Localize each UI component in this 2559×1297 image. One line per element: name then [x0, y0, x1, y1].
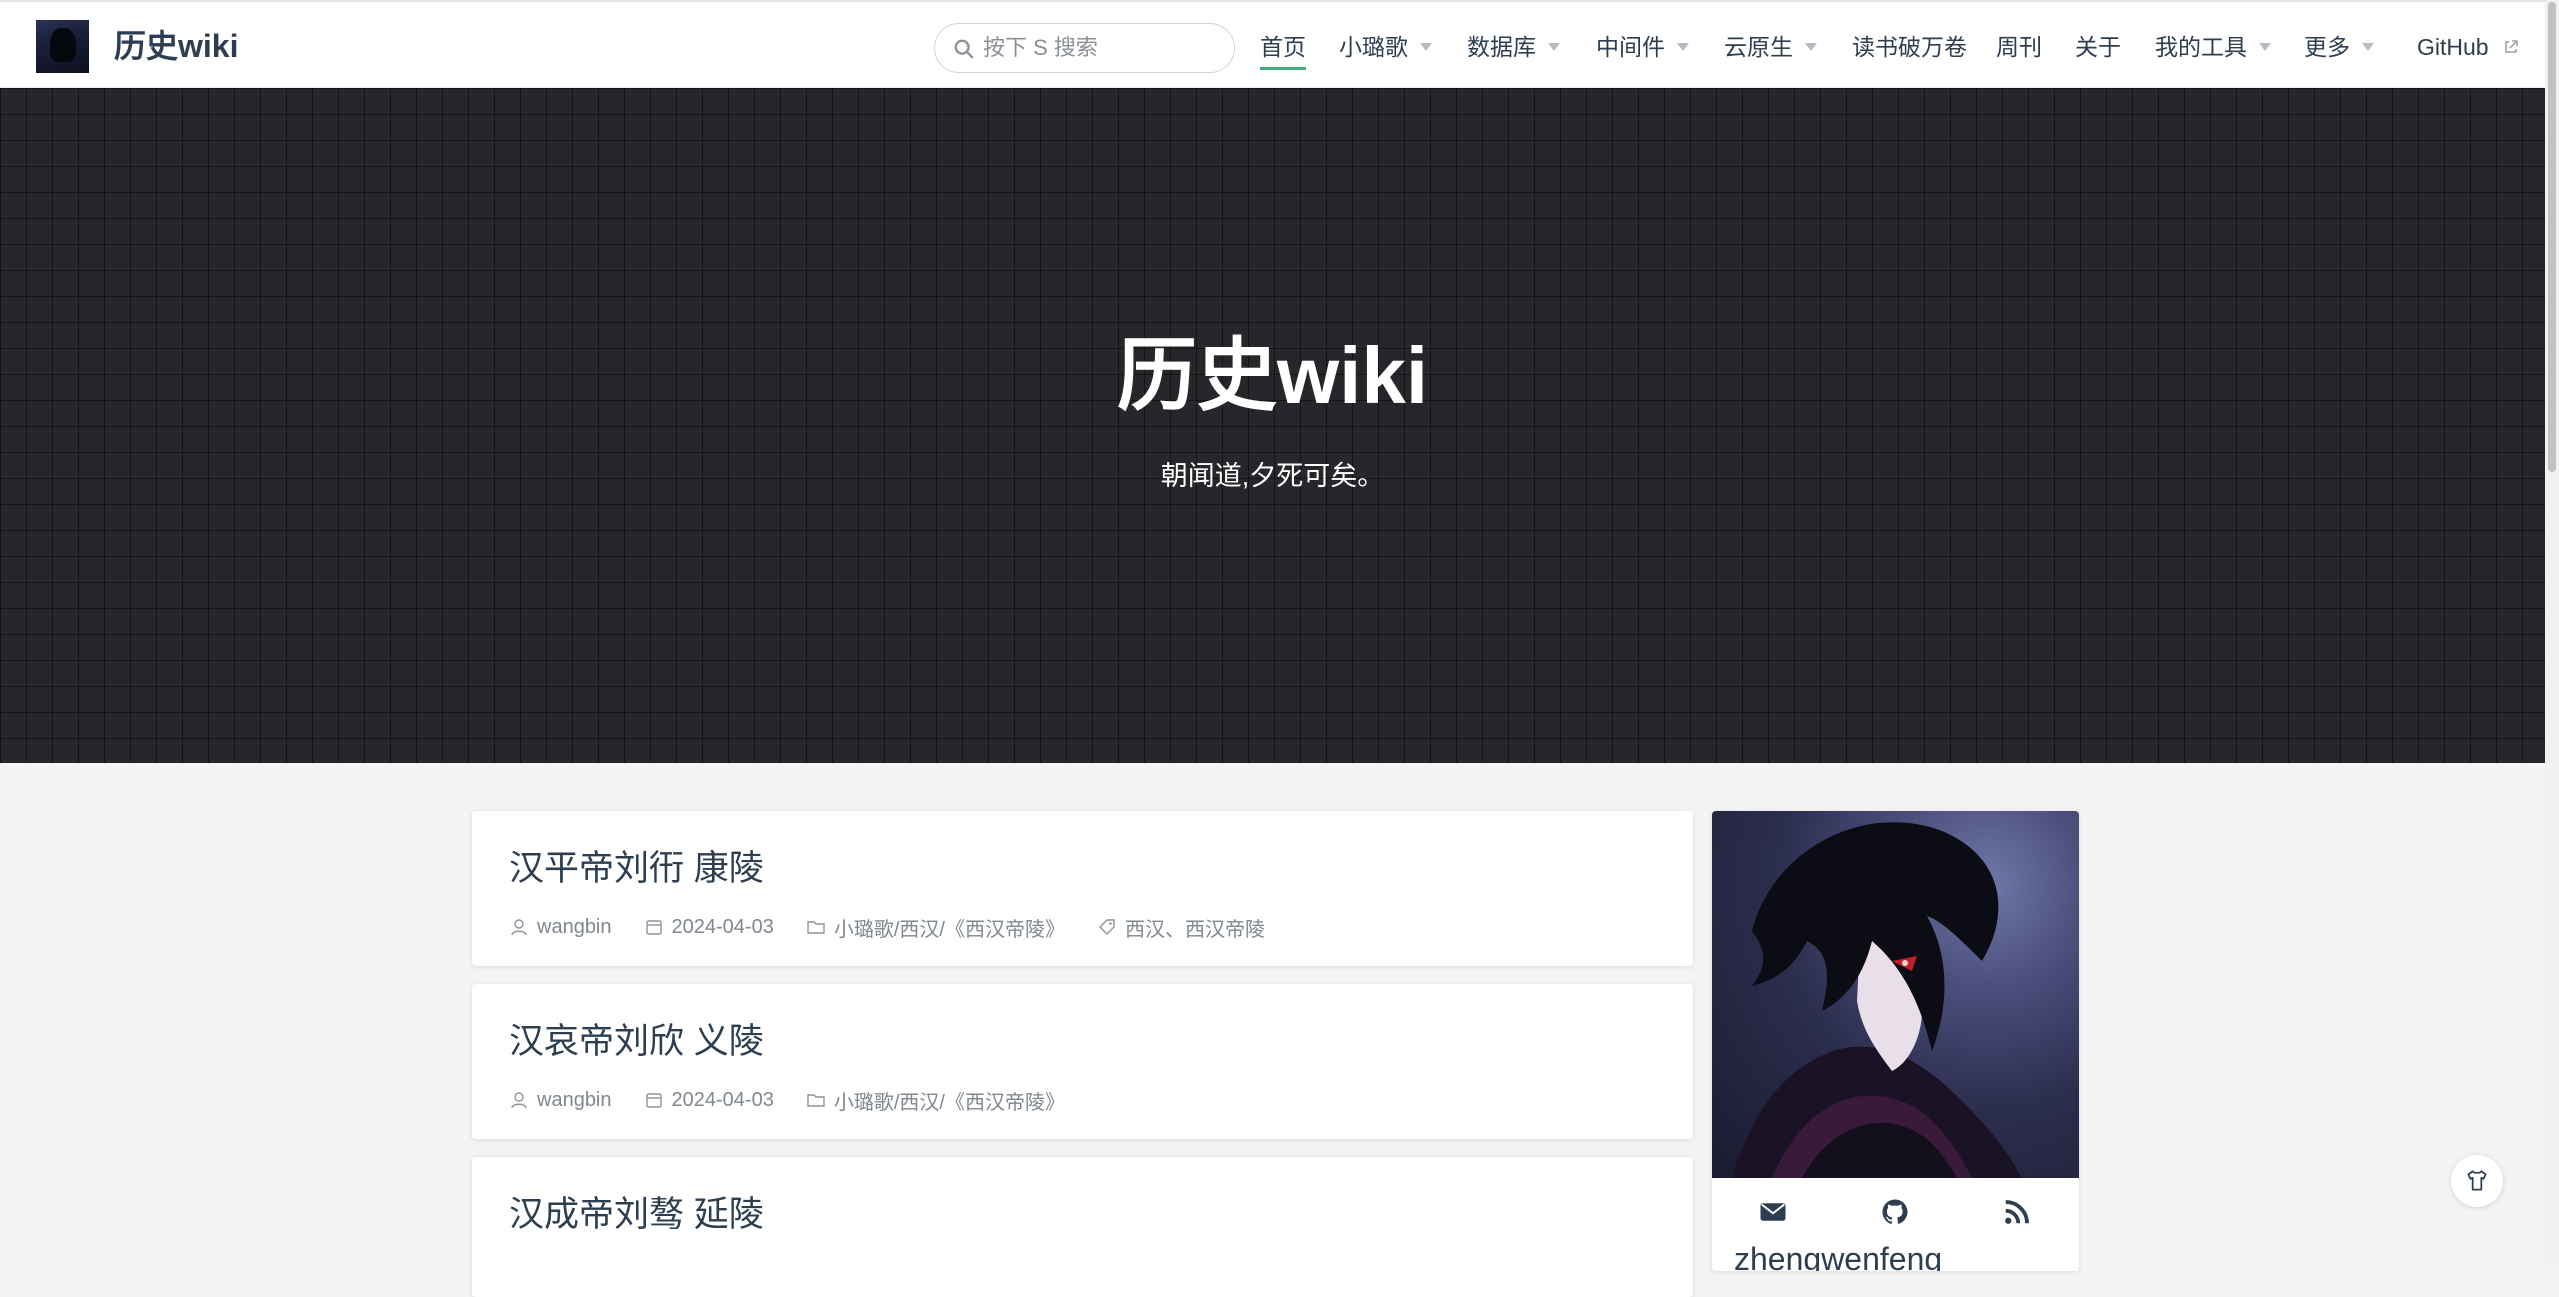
nav-item-github[interactable]: GitHub: [2417, 30, 2519, 64]
post-meta: wangbin 2024-04-03 小璐歌/西汉/《西汉帝陵》: [509, 1086, 1097, 1114]
post-category[interactable]: 小璐歌/西汉/《西汉帝陵》: [806, 913, 1065, 942]
nav-item-tools[interactable]: 我的工具: [2155, 30, 2271, 64]
post-date: 2024-04-03: [644, 1089, 774, 1112]
site-logo[interactable]: [36, 20, 89, 73]
nav-item-weekly[interactable]: 周刊: [1996, 30, 2042, 64]
folder-icon: [807, 1094, 825, 1107]
post-card: 汉平帝刘衎 康陵 wangbin 2024-04-03 小璐歌/西汉/《西汉帝陵…: [472, 811, 1693, 966]
search-box[interactable]: [934, 23, 1235, 73]
nav-item-cloud-native[interactable]: 云原生: [1724, 30, 1817, 64]
shirt-icon: [2467, 1170, 2487, 1191]
navbar: 历史wiki 首页 小璐歌 数据库 中间件 云原生 读书破万卷 周刊 关于 我的…: [0, 0, 2545, 88]
user-icon: [511, 1092, 527, 1109]
chevron-down-icon: [1420, 42, 1432, 51]
post-title[interactable]: 汉成帝刘骜 延陵: [509, 1193, 764, 1237]
hero-title: 历史wiki: [1116, 331, 1429, 420]
chevron-down-icon: [1805, 42, 1817, 51]
scrollbar-thumb[interactable]: [2548, 2, 2556, 472]
post-author[interactable]: wangbin: [509, 916, 612, 939]
hero-subtitle: 朝闻道,夕死可矣。: [1160, 461, 1385, 491]
site-name[interactable]: 历史wiki: [114, 26, 238, 66]
nav-item-middleware[interactable]: 中间件: [1596, 30, 1689, 64]
profile-card: zhengwenfeng: [1712, 811, 2079, 1271]
mail-icon[interactable]: [1758, 1197, 1788, 1227]
search-icon: [954, 39, 974, 59]
chevron-down-icon: [1677, 42, 1689, 51]
social-links: [1712, 1189, 2079, 1229]
post-title[interactable]: 汉平帝刘衎 康陵: [509, 847, 764, 891]
nav-item-home[interactable]: 首页: [1260, 30, 1306, 70]
avatar: [1712, 811, 2079, 1178]
external-link-icon: [2505, 40, 2518, 53]
folder-icon: [807, 921, 825, 934]
post-date: 2024-04-03: [644, 916, 774, 939]
post-category[interactable]: 小璐歌/西汉/《西汉帝陵》: [806, 1086, 1065, 1115]
nav-item-xiaolu[interactable]: 小璐歌: [1339, 30, 1432, 64]
chevron-down-icon: [2362, 42, 2374, 51]
post-card: 汉成帝刘骜 延陵: [472, 1157, 1693, 1297]
post-author[interactable]: wangbin: [509, 1089, 612, 1112]
post-card: 汉哀帝刘欣 义陵 wangbin 2024-04-03 小璐歌/西汉/《西汉帝陵…: [472, 984, 1693, 1139]
calendar-icon: [645, 1093, 662, 1108]
calendar-icon: [645, 920, 662, 935]
rss-icon[interactable]: [2002, 1197, 2032, 1227]
post-tags[interactable]: 西汉、西汉帝陵: [1097, 913, 1265, 942]
nav-item-more[interactable]: 更多: [2304, 30, 2374, 64]
github-icon[interactable]: [1880, 1197, 1910, 1227]
post-title[interactable]: 汉哀帝刘欣 义陵: [509, 1020, 764, 1064]
post-meta: wangbin 2024-04-03 小璐歌/西汉/《西汉帝陵》 西汉、西汉帝陵: [509, 913, 1297, 941]
profile-name: zhengwenfeng: [1734, 1241, 1943, 1271]
theme-toggle-button[interactable]: [2451, 1155, 2503, 1207]
user-icon: [511, 919, 527, 936]
hero-banner: 历史wiki 朝闻道,夕死可矣。: [0, 88, 2545, 763]
nav-item-reading[interactable]: 读书破万卷: [1852, 30, 1967, 64]
chevron-down-icon: [1548, 42, 1560, 51]
avatar-illustration: [1732, 822, 2022, 1178]
nav-item-about[interactable]: 关于: [2075, 30, 2121, 64]
search-input[interactable]: [983, 24, 1223, 72]
tag-icon: [1098, 919, 1115, 935]
nav-item-database[interactable]: 数据库: [1467, 30, 1560, 64]
chevron-down-icon: [2259, 42, 2271, 51]
